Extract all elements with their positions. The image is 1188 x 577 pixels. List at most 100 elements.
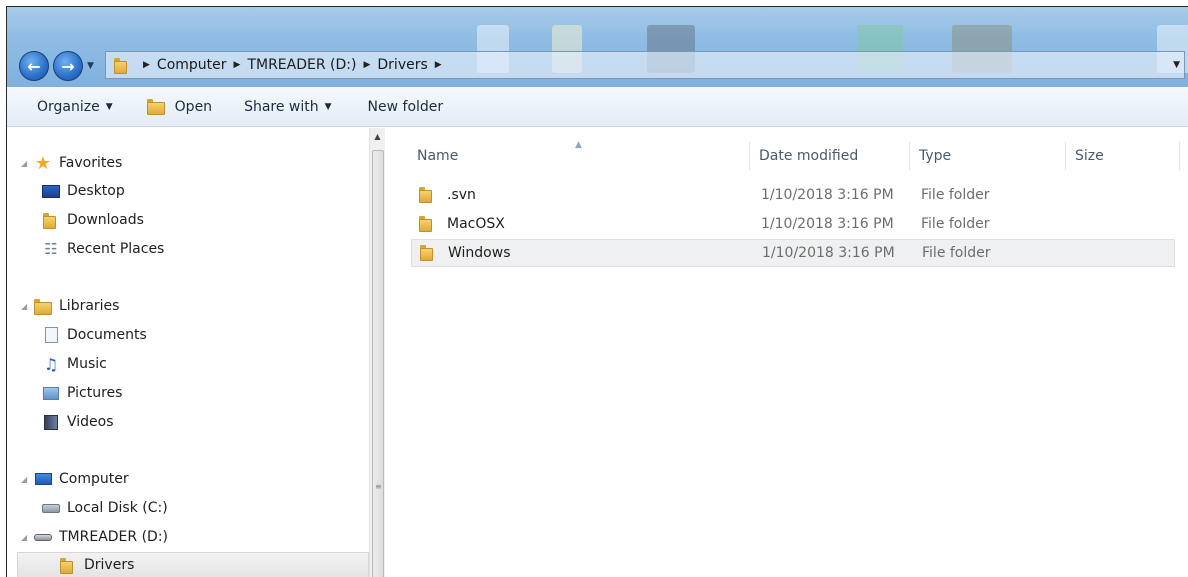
column-divider[interactable]: [909, 142, 910, 170]
scroll-up-icon[interactable]: ▲: [370, 128, 385, 145]
column-header-name[interactable]: Name: [417, 148, 458, 164]
open-button[interactable]: Open: [137, 93, 222, 121]
nav-favorites[interactable]: ◢ ★ Favorites: [21, 150, 122, 176]
chevron-down-icon: ▼: [324, 101, 332, 112]
back-button[interactable]: ←: [19, 51, 49, 81]
nav-recent-places-label: Recent Places: [67, 241, 165, 257]
recent-places-icon: ☷: [44, 240, 58, 258]
file-date: 1/10/2018 3:16 PM: [761, 216, 894, 232]
column-divider[interactable]: [1065, 142, 1066, 170]
folder-icon: [146, 98, 169, 115]
column-divider[interactable]: [749, 142, 750, 170]
file-name: MacOSX: [447, 216, 505, 232]
file-name-cell: .svn: [419, 187, 476, 203]
new-folder-button[interactable]: New folder: [358, 93, 454, 121]
nav-music[interactable]: ♫ Music: [41, 351, 107, 377]
nav-tmreader-label: TMREADER (D:): [59, 529, 169, 545]
file-date: 1/10/2018 3:16 PM: [761, 187, 894, 203]
column-divider[interactable]: [1179, 142, 1180, 170]
nav-drivers-label: Drivers: [84, 557, 135, 573]
nav-computer-label: Computer: [59, 471, 129, 487]
open-label: Open: [174, 98, 213, 115]
downloads-icon: [41, 212, 61, 229]
collapse-arrow-icon[interactable]: ◢: [21, 475, 33, 484]
collapse-arrow-icon[interactable]: ◢: [21, 533, 33, 542]
nav-documents-label: Documents: [67, 327, 147, 343]
folder-icon: [114, 58, 130, 74]
nav-downloads[interactable]: Downloads: [41, 207, 144, 233]
chevron-right-icon[interactable]: ▶: [143, 60, 150, 70]
nav-recent-places[interactable]: ☷ Recent Places: [41, 236, 164, 262]
nav-libraries-label: Libraries: [59, 298, 120, 314]
nav-music-label: Music: [67, 356, 107, 372]
folder-icon: [58, 557, 78, 574]
nav-pictures[interactable]: Pictures: [41, 380, 122, 406]
music-icon: ♫: [43, 354, 59, 374]
address-dropdown-icon[interactable]: ▼: [1173, 60, 1180, 70]
folder-icon: [419, 187, 437, 203]
breadcrumb-tmreader[interactable]: TMREADER (D:): [247, 57, 356, 73]
forward-arrow-icon: →: [61, 56, 75, 76]
nav-desktop[interactable]: Desktop: [41, 178, 125, 204]
file-name-cell: Windows: [420, 245, 511, 261]
nav-libraries[interactable]: ◢ Libraries: [21, 293, 119, 319]
file-type: File folder: [921, 187, 990, 203]
back-arrow-icon: ←: [27, 56, 41, 76]
folder-icon: [420, 245, 438, 261]
forward-button[interactable]: →: [53, 51, 83, 81]
chevron-right-icon[interactable]: ▶: [363, 60, 370, 70]
column-header-size[interactable]: Size: [1075, 148, 1104, 164]
nav-documents[interactable]: Documents: [41, 322, 147, 348]
videos-icon: [41, 414, 61, 430]
chevron-down-icon: ▼: [105, 101, 113, 112]
nav-downloads-label: Downloads: [67, 212, 144, 228]
desktop-icon: [41, 183, 61, 199]
address-bar[interactable]: ▶ Computer ▶ TMREADER (D:) ▶ Drivers ▶ ▼: [105, 51, 1185, 79]
nav-videos[interactable]: Videos: [41, 409, 114, 435]
title-bar: ← → ▼ ▶ Computer ▶ TMREADER (D:) ▶ Drive…: [7, 7, 1188, 87]
removable-drive-icon: [33, 529, 53, 545]
collapse-arrow-icon[interactable]: ◢: [21, 159, 33, 168]
star-icon: ★: [34, 152, 52, 174]
table-row[interactable]: .svn 1/10/2018 3:16 PM File folder: [411, 181, 1175, 209]
recent-pages-dropdown[interactable]: ▼: [87, 61, 94, 71]
nav-tmreader[interactable]: ◢ TMREADER (D:): [21, 524, 168, 550]
file-list: ▲ Name Date modified Type Size .svn 1/10…: [385, 128, 1188, 577]
pictures-icon: [41, 385, 61, 401]
grip-icon: ≡: [375, 482, 382, 491]
organize-button[interactable]: Organize ▼: [27, 93, 123, 121]
scrollbar-thumb[interactable]: ≡: [372, 150, 384, 577]
new-folder-label: New folder: [367, 98, 444, 115]
column-header-date-modified[interactable]: Date modified: [759, 148, 858, 164]
share-with-label: Share with: [244, 98, 319, 115]
file-date: 1/10/2018 3:16 PM: [762, 245, 895, 261]
folder-icon: [419, 216, 437, 232]
breadcrumb-drivers[interactable]: Drivers: [377, 57, 427, 73]
explorer-window: ← → ▼ ▶ Computer ▶ TMREADER (D:) ▶ Drive…: [6, 6, 1188, 577]
chevron-right-icon[interactable]: ▶: [234, 60, 241, 70]
nav-favorites-label: Favorites: [59, 155, 123, 171]
nav-drivers[interactable]: Drivers: [17, 552, 369, 577]
nav-local-disk-label: Local Disk (C:): [67, 500, 168, 516]
navigation-pane: ◢ ★ Favorites Desktop Downloads ☷ Recent…: [7, 128, 369, 577]
table-row[interactable]: MacOSX 1/10/2018 3:16 PM File folder: [411, 210, 1175, 238]
chevron-right-icon[interactable]: ▶: [435, 60, 442, 70]
libraries-icon: [33, 298, 53, 315]
column-header-type[interactable]: Type: [919, 148, 951, 164]
sort-ascending-icon: ▲: [575, 140, 582, 150]
organize-label: Organize: [37, 98, 100, 115]
breadcrumb-computer[interactable]: Computer: [157, 57, 227, 73]
nav-videos-label: Videos: [67, 414, 114, 430]
computer-icon: [33, 471, 53, 487]
documents-icon: [41, 327, 61, 343]
share-with-button[interactable]: Share with ▼: [234, 93, 341, 121]
table-row[interactable]: Windows 1/10/2018 3:16 PM File folder: [411, 239, 1175, 267]
nav-computer[interactable]: ◢ Computer: [21, 466, 129, 492]
nav-local-disk[interactable]: Local Disk (C:): [41, 495, 168, 521]
nav-pictures-label: Pictures: [67, 385, 123, 401]
navigation-scrollbar[interactable]: ▲ ≡: [369, 128, 385, 577]
hard-drive-icon: [41, 500, 61, 516]
file-type: File folder: [921, 216, 990, 232]
file-name-cell: MacOSX: [419, 216, 505, 232]
collapse-arrow-icon[interactable]: ◢: [21, 302, 33, 311]
